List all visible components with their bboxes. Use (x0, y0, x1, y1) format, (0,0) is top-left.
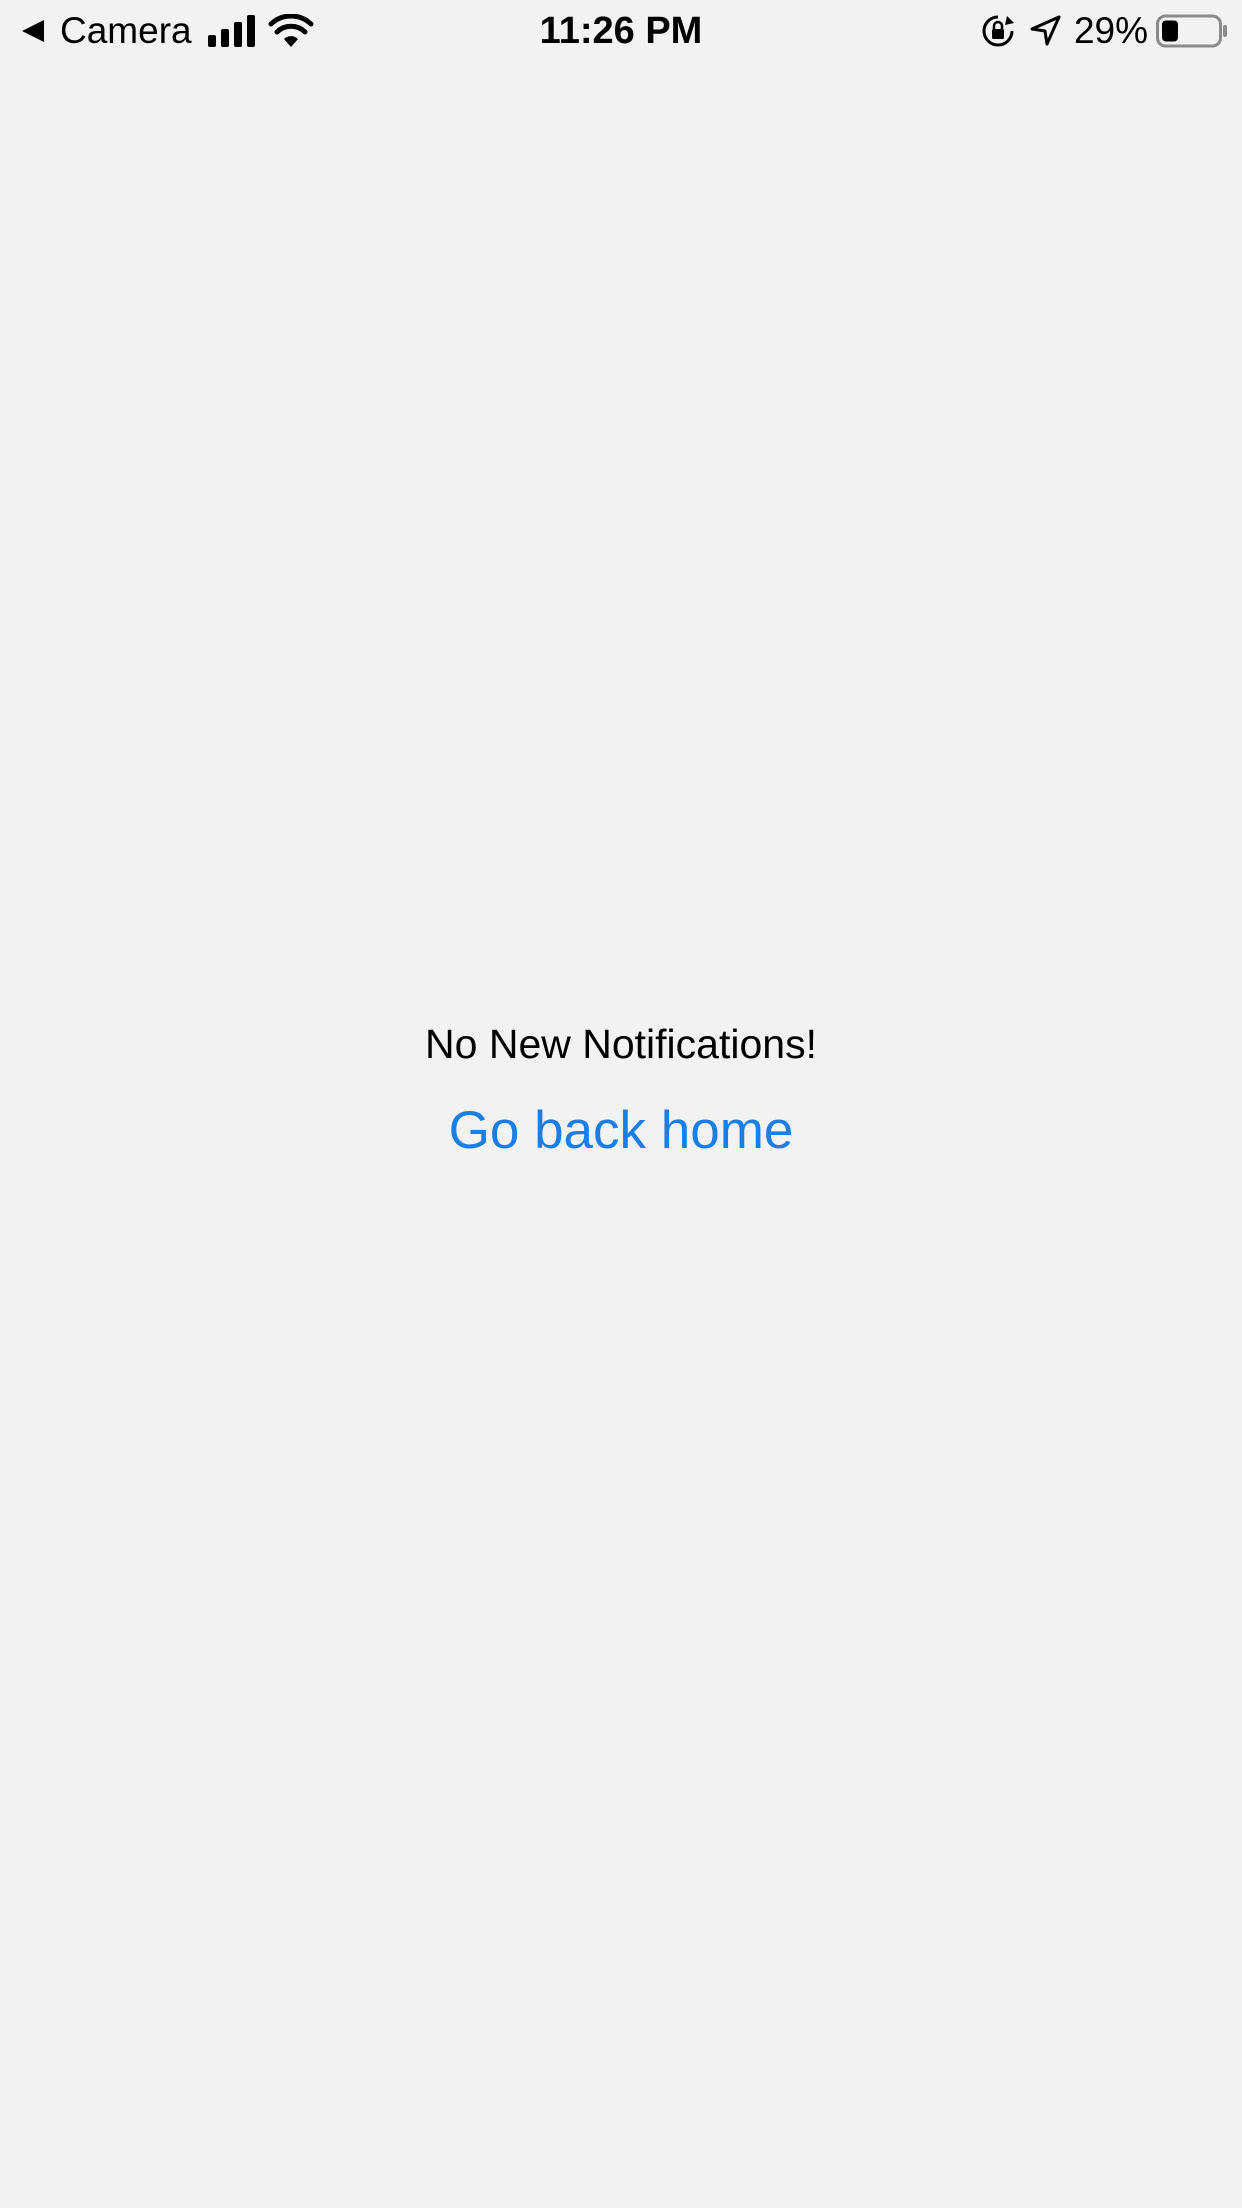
location-icon (1030, 15, 1061, 46)
battery-icon (1156, 14, 1227, 48)
rotation-lock-icon (982, 15, 1014, 47)
battery-percent: 29% (1073, 10, 1148, 51)
go-back-home-link[interactable]: Go back home (449, 1096, 794, 1166)
no-notifications-message: No New Notifications! (425, 1021, 817, 1067)
empty-state: No New Notifications! Go back home (0, 1016, 1242, 1166)
battery-fill (1162, 20, 1178, 42)
status-bar-right: 29% (980, 8, 1228, 54)
status-bar: Camera 11:26 PM 29% (0, 0, 1242, 62)
